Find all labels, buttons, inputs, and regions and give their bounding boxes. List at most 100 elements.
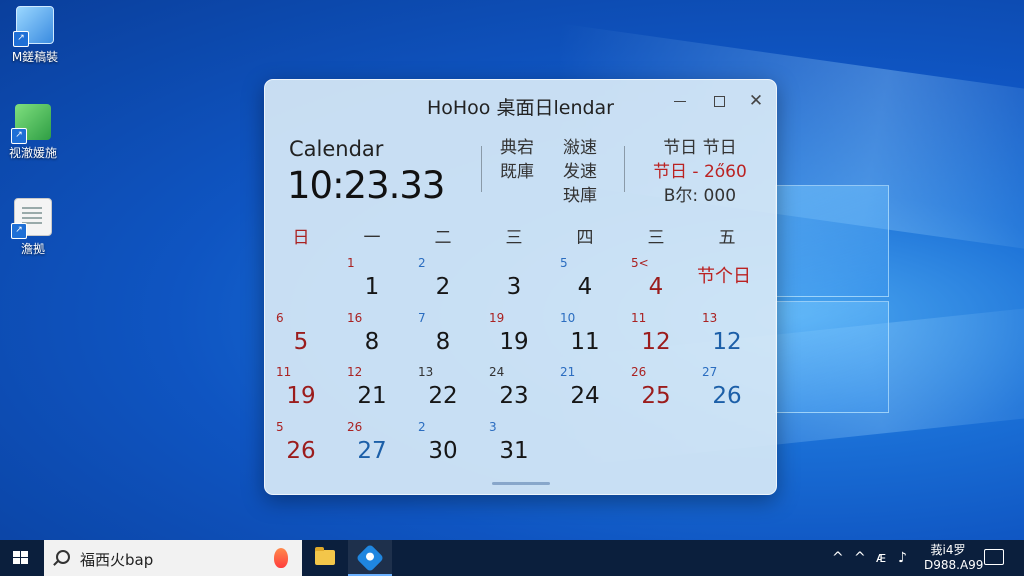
window-title: HoHoo 桌面日lendar [426,97,614,119]
date-cell[interactable]: 21 24 [560,365,620,417]
date-cell[interactable]: 26 27 [347,420,407,472]
date-cell[interactable]: 19 19 [489,311,549,363]
desktop-icon-label: 澹拠 [20,242,45,256]
date-cell[interactable]: 24 23 [489,365,549,417]
date-cell[interactable]: 26 25 [631,365,691,417]
date-cell[interactable]: 2 30 [418,420,478,472]
calendar-header: Calendar 10:23.33 典宕 既庫 潊速 发速 玦庫 节日 节日 节… [265,130,776,220]
date-cell[interactable]: 22 [418,256,478,308]
clock-line-1: 莪i4罗 [930,543,966,557]
day-number: 26 [712,383,742,409]
info-item: 典宕 [500,138,534,158]
date-cell[interactable]: 11 19 [276,365,336,417]
holiday-label[interactable]: 节个日 [697,262,751,288]
date-cell[interactable]: 54 [560,256,620,308]
day-number: 31 [499,438,529,464]
lunar-subdate: 16 [347,311,363,325]
scroll-indicator[interactable] [492,482,550,485]
date-cell[interactable]: 5< 4 [631,256,691,308]
close-icon: ✕ [748,91,764,111]
search-highlight-icon [274,548,288,568]
lunar-subdate: 13 [702,311,718,325]
date-cell[interactable]: 16 8 [347,311,407,363]
desktop-icon-document[interactable]: ↗ 澹拠 [0,198,68,257]
tray-expand-icon[interactable]: ^ [832,550,844,566]
lunar-subdate: 19 [489,311,505,325]
tray-input-icon[interactable]: ᴁ [876,550,886,566]
holiday-date: 节日 - 2ő60 [653,162,747,182]
day-number: 5 [293,329,309,355]
clock-display: 10:23.33 [287,164,445,207]
tray-network-icon[interactable]: ^ [854,550,866,566]
day-number: 1 [364,274,380,300]
maximize-button[interactable] [708,90,730,112]
day-number: 11 [570,329,600,355]
day-number: 30 [428,438,458,464]
notification-icon[interactable] [984,549,1004,565]
desktop-icon-app[interactable]: ↗ M鎈稿裝 [0,6,70,65]
info-item: 玦庫 [563,186,597,206]
document-icon: ↗ [11,198,52,239]
holiday-heading: 节日 节日 [663,138,737,158]
folder-icon [315,547,335,565]
window-titlebar[interactable]: HoHoo 桌面日lendar ✕ [265,80,776,128]
lunar-subdate: 6 [276,311,284,325]
calendar-label: Calendar [289,137,384,161]
weekday-label: 五 [718,228,736,248]
lunar-subdate: 21 [560,365,576,379]
weekday-label: 日 [292,228,310,248]
date-cell[interactable]: 3 [489,256,549,308]
close-button[interactable]: ✕ [745,90,767,112]
date-cell[interactable]: 5 26 [276,420,336,472]
weekday-label: 三 [505,228,523,248]
taskbar-clock[interactable]: 莪i4罗 D988.A99 [924,543,983,573]
date-cell[interactable]: 78 [418,311,478,363]
day-number: 3 [506,274,522,300]
holiday-info: 节日 节日 节日 - 2ő60 B尔: 000 [653,136,747,208]
desktop-icon-label: M鎈稿裝 [11,50,59,64]
tray-volume-icon[interactable]: ♪ [898,550,907,566]
divider [624,146,625,192]
date-cell[interactable]: 11 [347,256,407,308]
lunar-subdate: 10 [560,311,576,325]
date-cell[interactable]: 27 26 [702,365,762,417]
day-number: 4 [577,274,593,300]
lunar-subdate: 13 [418,365,434,379]
weekday-label: 二 [434,228,452,248]
info-column-1: 典宕 既庫 [500,136,534,184]
day-number: 12 [641,329,671,355]
search-text: 福西火bap [80,551,154,569]
lunar-subdate: 26 [347,420,363,434]
date-cell[interactable]: 12 21 [347,365,407,417]
start-button[interactable] [0,540,44,576]
day-number: 8 [435,329,451,355]
date-cell[interactable]: 13 22 [418,365,478,417]
date-cell[interactable]: 3 31 [489,420,549,472]
day-number: 27 [357,438,387,464]
lunar-subdate: 2 [418,256,426,270]
weekday-row: 日一二三四三五 [265,223,776,249]
info-item: 既庫 [500,162,534,182]
holiday-detail: B尔: 000 [663,186,737,206]
lunar-subdate: 24 [489,365,505,379]
date-cell[interactable]: 65 [276,311,336,363]
taskbar-file-explorer[interactable] [302,540,346,576]
search-box[interactable]: 福西火bap [44,540,302,576]
day-number: 21 [357,383,387,409]
calendar-app-icon [355,543,385,573]
lunar-subdate: 7 [418,311,426,325]
app-icon: ↗ [11,104,51,144]
lunar-subdate: 3 [489,420,497,434]
date-cell[interactable]: 10 11 [560,311,620,363]
day-number: 12 [712,329,742,355]
date-cell[interactable]: 13 12 [702,311,762,363]
day-number: 19 [499,329,529,355]
info-item: 潊速 [563,138,597,158]
lunar-subdate: 5 [276,420,284,434]
lunar-subdate: 11 [276,365,292,379]
minimize-button[interactable] [669,90,691,112]
desktop-icon-shortcut[interactable]: ↗ 视澈媛施 [0,104,68,161]
lunar-subdate: 2 [418,420,426,434]
taskbar-calendar-app[interactable] [348,540,392,576]
date-cell[interactable]: 11 12 [631,311,691,363]
